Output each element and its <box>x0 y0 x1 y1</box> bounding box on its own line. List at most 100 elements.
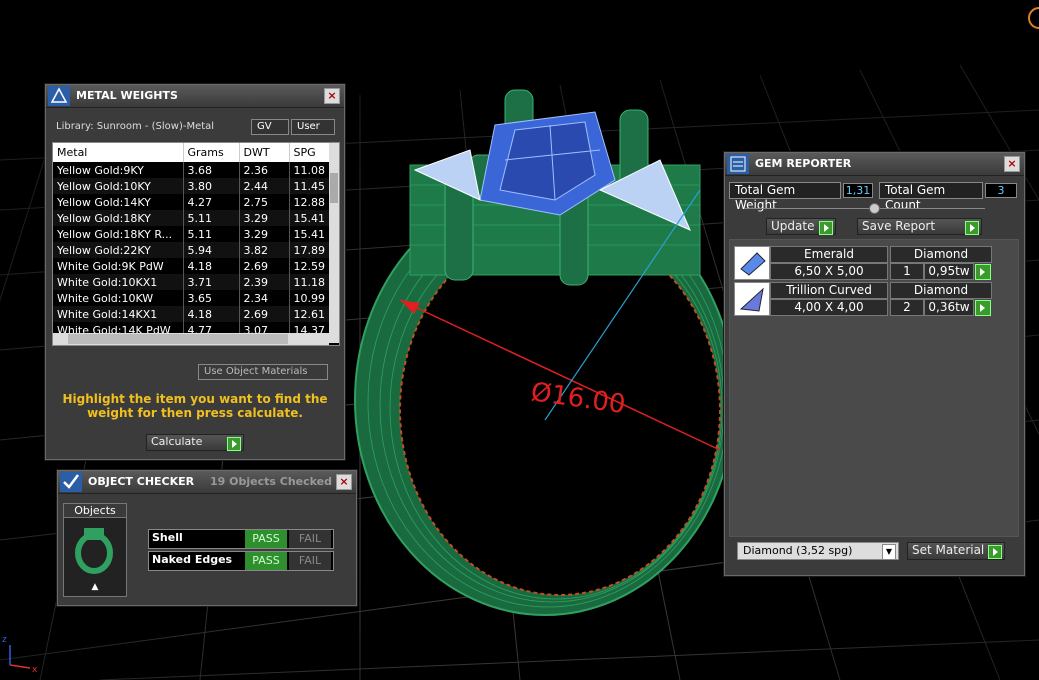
objects-checked-status: 19 Objects Checked <box>210 475 332 488</box>
table-cell: 2.39 <box>239 274 290 290</box>
table-row[interactable]: White Gold:9K PdW 4.18 2.69 12.59 <box>53 258 330 274</box>
divider <box>745 208 985 209</box>
table-cell: 5.94 <box>183 242 240 258</box>
horizontal-scrollbar[interactable] <box>53 333 329 345</box>
objects-label: Objects <box>64 504 126 518</box>
set-material-button[interactable]: Set Material <box>907 542 1005 560</box>
material-select[interactable]: Diamond (3,52 spg) ▼ <box>737 542 899 560</box>
update-button[interactable]: Update <box>766 218 836 235</box>
table-cell: Yellow Gold:9KY <box>53 162 184 178</box>
table-cell: 2.75 <box>239 194 290 210</box>
axis-z-label: z <box>2 635 7 645</box>
table-cell: 2.69 <box>239 258 290 274</box>
table-cell: 3.29 <box>239 226 290 242</box>
metal-weights-titlebar[interactable]: METAL WEIGHTS × <box>46 85 344 108</box>
table-row[interactable]: Yellow Gold:9KY 3.68 2.36 11.08 <box>53 162 330 178</box>
table-cell: 5.11 <box>183 226 240 242</box>
table-cell: 11.08 <box>289 162 330 178</box>
table-cell: 3.29 <box>239 210 290 226</box>
table-row[interactable]: Yellow Gold:10KY 3.80 2.44 11.45 <box>53 178 330 194</box>
user-toggle[interactable]: User <box>291 119 335 135</box>
gem-detail-arrow-icon[interactable] <box>975 264 991 280</box>
table-cell: White Gold:14KX1 <box>53 306 184 322</box>
use-object-materials-toggle[interactable]: Use Object Materials <box>198 364 328 380</box>
library-label: Library: Sunroom - (Slow)-Metal <box>56 121 215 132</box>
vertical-scrollbar[interactable] <box>329 143 339 343</box>
total-gem-weight-label: Total Gem Weight <box>729 182 841 212</box>
table-cell: 3.71 <box>183 274 240 290</box>
fail-badge: FAIL <box>289 552 331 570</box>
h-scrollbar-thumb[interactable] <box>68 334 288 344</box>
check-row: Shell PASS FAIL <box>148 529 334 549</box>
close-icon[interactable]: × <box>336 474 352 490</box>
close-icon[interactable]: × <box>1004 156 1020 172</box>
gem-list: Emerald Diamond 6,50 X 5,00 1 0,95tw Trillion… <box>729 239 1019 537</box>
play-icon <box>965 221 979 235</box>
total-gem-count-value: 3 <box>985 183 1017 198</box>
table-cell: 4.27 <box>183 194 240 210</box>
gem-row[interactable]: Trillion Curved Diamond 4,00 X 4,00 2 0,36tw <box>734 282 992 316</box>
instruction-text: Highlight the item you want to find the … <box>62 392 328 420</box>
table-row[interactable]: White Gold:10KW 3.65 2.34 10.99 <box>53 290 330 306</box>
fail-badge: FAIL <box>289 530 331 548</box>
gem-row[interactable]: Emerald Diamond 6,50 X 5,00 1 0,95tw <box>734 246 992 280</box>
gem-material: Diamond <box>890 246 992 263</box>
pass-badge: PASS <box>245 552 287 570</box>
object-checker-titlebar[interactable]: OBJECT CHECKER 19 Objects Checked × <box>58 471 356 494</box>
metal-table: Metal Grams DWT SPG Yellow Gold:9KY 3.68 2… <box>53 143 330 338</box>
gem-reporter-panel: GEM REPORTER × Total Gem Weight 1,31 Tot… <box>724 152 1025 576</box>
col-header-spg[interactable]: SPG <box>289 143 330 162</box>
table-cell: 15.41 <box>289 210 330 226</box>
table-cell: 2.44 <box>239 178 290 194</box>
ring-model[interactable] <box>354 89 736 616</box>
table-cell: White Gold:10KW <box>53 290 184 306</box>
table-row[interactable]: Yellow Gold:14KY 4.27 2.75 12.88 <box>53 194 330 210</box>
gem-report-icon <box>727 154 749 174</box>
emerald-gem-icon <box>734 246 770 280</box>
table-cell: 3.82 <box>239 242 290 258</box>
table-cell: White Gold:9K PdW <box>53 258 184 274</box>
table-cell: 2.69 <box>239 306 290 322</box>
axis-x-label: x <box>32 665 38 675</box>
gem-weight: 0,36tw <box>924 299 974 316</box>
check-name: Naked Edges <box>152 553 233 566</box>
save-report-button[interactable]: Save Report <box>857 218 982 235</box>
gem-size: 4,00 X 4,00 <box>770 299 888 316</box>
table-row[interactable]: Yellow Gold:18KY R... 5.11 3.29 15.41 <box>53 226 330 242</box>
table-row[interactable]: White Gold:10KX1 3.71 2.39 11.18 <box>53 274 330 290</box>
set-material-label: Set Material <box>912 543 985 557</box>
expand-arrow-icon[interactable]: ▲ <box>64 582 126 592</box>
play-icon <box>227 437 241 451</box>
gem-reporter-title: GEM REPORTER <box>755 157 852 170</box>
objects-thumbnail-box[interactable]: Objects ▲ <box>63 503 127 597</box>
gem-reporter-titlebar[interactable]: GEM REPORTER × <box>725 153 1024 176</box>
col-header-grams[interactable]: Grams <box>183 143 240 162</box>
table-cell: 11.45 <box>289 178 330 194</box>
table-cell: Yellow Gold:14KY <box>53 194 184 210</box>
metal-weights-panel: METAL WEIGHTS × Library: Sunroom - (Slow… <box>45 84 345 460</box>
metal-weights-icon <box>48 86 70 106</box>
table-cell: 4.18 <box>183 306 240 322</box>
gem-count: 2 <box>890 299 924 316</box>
gv-toggle[interactable]: GV <box>251 119 289 135</box>
chevron-down-icon[interactable]: ▼ <box>882 544 896 560</box>
table-cell: White Gold:10KX1 <box>53 274 184 290</box>
gem-detail-arrow-icon[interactable] <box>975 300 991 316</box>
close-icon[interactable]: × <box>324 88 340 104</box>
table-cell: Yellow Gold:18KY <box>53 210 184 226</box>
play-icon <box>988 545 1002 559</box>
scrollbar-thumb[interactable] <box>330 173 338 203</box>
table-cell: 10.99 <box>289 290 330 306</box>
col-header-dwt[interactable]: DWT <box>239 143 290 162</box>
use-object-materials-label: Use Object Materials <box>204 366 308 377</box>
table-cell: Yellow Gold:22KY <box>53 242 184 258</box>
divider-handle[interactable] <box>869 203 880 214</box>
pass-badge: PASS <box>245 530 287 548</box>
table-row[interactable]: Yellow Gold:18KY 5.11 3.29 15.41 <box>53 210 330 226</box>
table-cell: 2.36 <box>239 162 290 178</box>
table-row[interactable]: Yellow Gold:22KY 5.94 3.82 17.89 <box>53 242 330 258</box>
col-header-metal[interactable]: Metal <box>53 143 184 162</box>
calculate-button[interactable]: Calculate <box>146 434 244 451</box>
table-row[interactable]: White Gold:14KX1 4.18 2.69 12.61 <box>53 306 330 322</box>
update-label: Update <box>771 219 815 233</box>
